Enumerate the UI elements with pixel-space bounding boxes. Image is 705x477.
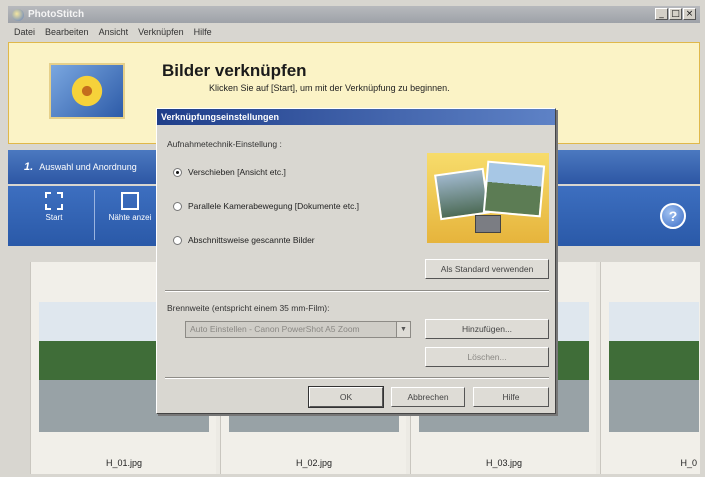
help-button[interactable]: Hilfe	[473, 387, 549, 407]
app-icon	[12, 8, 24, 21]
menu-bar: Datei Bearbeiten Ansicht Verknüpfen Hilf…	[8, 24, 700, 40]
page-title: Bilder verknüpfen	[162, 61, 307, 80]
show-seams-label: Nähte anzei	[108, 213, 152, 222]
help-icon[interactable]: ?	[660, 203, 686, 229]
thumbnail[interactable]: H_0	[600, 262, 700, 474]
seams-icon	[121, 192, 139, 210]
radio-option-parallel[interactable]: Parallele Kamerabewegung [Dokumente etc.…	[173, 201, 359, 211]
technique-label: Aufnahmetechnik-Einstellung :	[167, 139, 282, 149]
camera-icon	[475, 215, 501, 233]
thumbnail-label: H_01.jpg	[105, 458, 143, 468]
page-subtitle: Klicken Sie auf [Start], um mit der Verk…	[209, 83, 450, 93]
window-title: PhotoStitch	[28, 9, 85, 20]
flower-icon	[70, 74, 104, 108]
cancel-button[interactable]: Abbrechen	[391, 387, 465, 407]
step-label: Auswahl und Anordnung	[39, 162, 137, 172]
step-number: 1.	[24, 161, 34, 173]
window-controls: _ □ ×	[655, 8, 696, 20]
technique-preview-image	[427, 153, 549, 243]
focal-length-label: Brennweite (entspricht einem 35 mm-Film)…	[167, 303, 330, 313]
menu-hilfe[interactable]: Hilfe	[194, 27, 212, 37]
thumbnail-label: H_0	[680, 458, 697, 468]
radio-button[interactable]	[173, 235, 182, 245]
delete-button[interactable]: Löschen...	[425, 347, 549, 367]
menu-verknuepfen[interactable]: Verknüpfen	[138, 27, 184, 37]
add-button[interactable]: Hinzufügen...	[425, 319, 549, 339]
radio-button[interactable]	[173, 167, 182, 177]
title-bar: PhotoStitch _ □ ×	[8, 6, 700, 23]
chevron-down-icon[interactable]: ▼	[396, 322, 410, 337]
preview-photo-left	[434, 167, 490, 221]
focal-length-select[interactable]: Auto Einstellen - Canon PowerShot A5 Zoo…	[185, 321, 411, 338]
radio-label: Abschnittsweise gescannte Bilder	[188, 235, 315, 245]
show-seams-button[interactable]: Nähte anzei	[100, 192, 160, 222]
radio-option-scanned[interactable]: Abschnittsweise gescannte Bilder	[173, 235, 315, 245]
focal-length-value: Auto Einstellen - Canon PowerShot A5 Zoo…	[190, 324, 360, 334]
thumbnail-label: H_02.jpg	[295, 458, 333, 468]
divider	[165, 290, 549, 292]
toolbar-divider	[94, 190, 95, 240]
close-button[interactable]: ×	[683, 8, 696, 20]
start-icon	[45, 192, 63, 210]
start-label: Start	[45, 213, 63, 222]
divider	[165, 377, 549, 379]
stitch-settings-dialog: Verknüpfungseinstellungen Aufnahmetechni…	[156, 108, 556, 414]
tab-step-1[interactable]: 1. Auswahl und Anordnung	[16, 152, 164, 182]
radio-button[interactable]	[173, 201, 182, 211]
ok-button[interactable]: OK	[308, 386, 384, 408]
radio-label: Verschieben [Ansicht etc.]	[188, 167, 286, 177]
photo-image	[609, 302, 699, 432]
start-button[interactable]: Start	[24, 192, 84, 222]
maximize-button[interactable]: □	[669, 8, 682, 20]
radio-option-shift[interactable]: Verschieben [Ansicht etc.]	[173, 167, 286, 177]
minimize-button[interactable]: _	[655, 8, 668, 20]
radio-label: Parallele Kamerabewegung [Dokumente etc.…	[188, 201, 360, 211]
dialog-title: Verknüpfungseinstellungen	[157, 109, 555, 125]
menu-datei[interactable]: Datei	[14, 27, 35, 37]
menu-bearbeiten[interactable]: Bearbeiten	[45, 27, 89, 37]
menu-ansicht[interactable]: Ansicht	[99, 27, 129, 37]
preview-photo-right	[482, 160, 546, 218]
photostitch-logo	[49, 63, 125, 119]
thumbnail-label: H_03.jpg	[485, 458, 523, 468]
set-default-button[interactable]: Als Standard verwenden	[425, 259, 549, 279]
